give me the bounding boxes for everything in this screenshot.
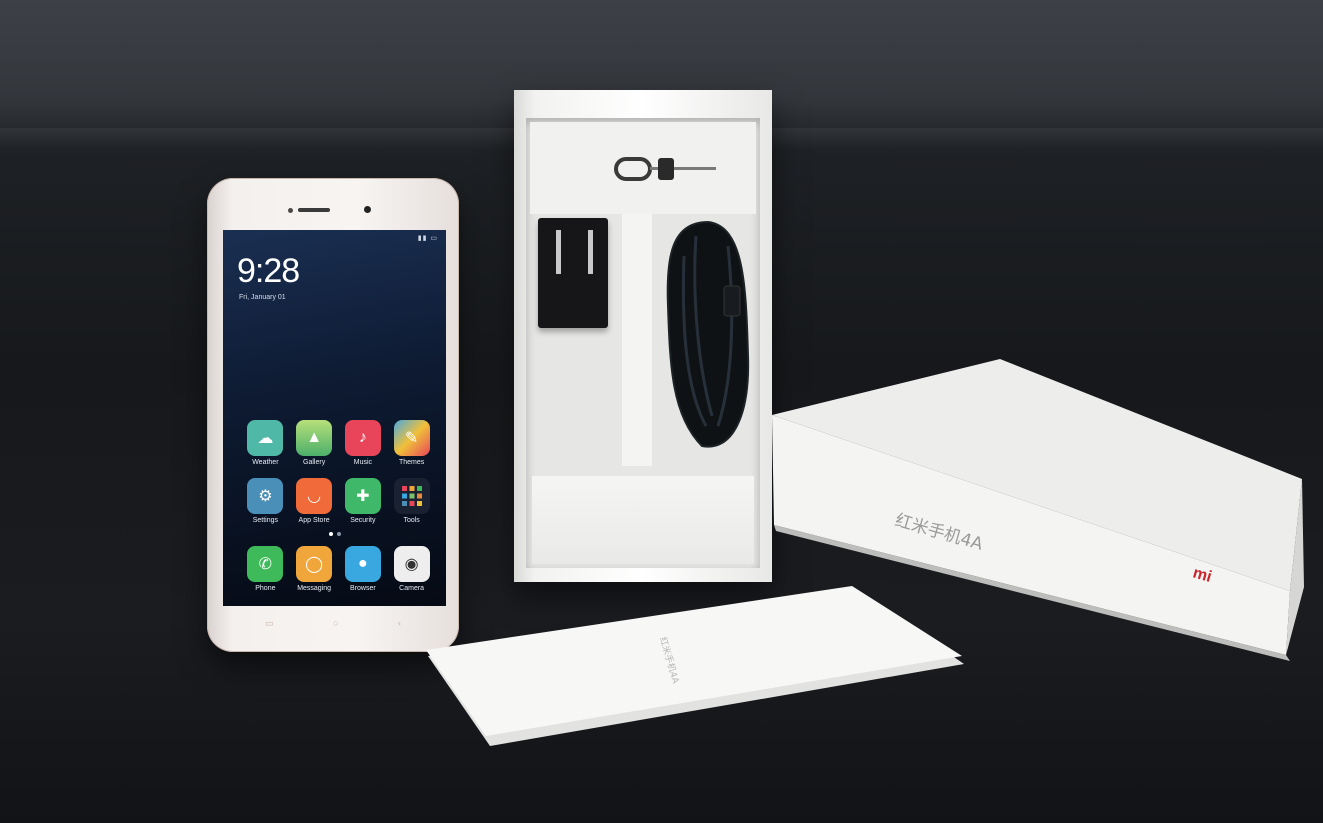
app-browser[interactable]: ● Browser	[339, 546, 388, 592]
app-tools[interactable]: Tools	[387, 478, 436, 524]
sim-tool-tray	[530, 122, 756, 214]
security-icon: ✚	[344, 478, 381, 514]
phone-screen: ▮▮ ▭ 9:28 Fri, January 01 ☁ Weather ▲ Ga…	[223, 230, 446, 606]
status-bar-icons: ▮▮ ▭	[417, 235, 438, 242]
app-label: Music	[353, 459, 373, 466]
weather-icon: ☁	[247, 420, 284, 456]
app-store-icon: ◡	[296, 478, 333, 514]
gallery-icon: ▲	[296, 420, 333, 456]
app-app-store[interactable]: ◡ App Store	[290, 478, 339, 524]
page-dot-active	[329, 532, 333, 536]
app-messaging[interactable]: ◯ Messaging	[290, 546, 339, 592]
app-label: App Store	[298, 517, 330, 524]
app-music[interactable]: ♪ Music	[339, 420, 388, 466]
wall-charger	[538, 218, 608, 328]
navigation-buttons: ▭ ○ ‹	[265, 618, 401, 628]
proximity-sensor	[288, 208, 293, 213]
app-label: Messaging	[297, 585, 332, 592]
messaging-icon: ◯	[296, 546, 333, 582]
app-label: Tools	[403, 517, 420, 524]
app-dock: ✆ Phone ◯ Messaging ● Browser ◉ Camera	[241, 546, 436, 592]
front-camera	[364, 206, 371, 213]
box-interior	[526, 118, 760, 568]
menu-button-icon: ▭	[265, 618, 274, 628]
back-button-icon: ‹	[397, 618, 401, 628]
camera-icon: ◉	[393, 546, 430, 582]
tools-icon	[393, 478, 430, 514]
tray-divider	[622, 214, 652, 466]
phone-icon: ✆	[247, 546, 284, 582]
app-security[interactable]: ✚ Security	[339, 478, 388, 524]
instruction-leaflet: 红米手机4A	[426, 586, 964, 746]
app-label: Camera	[399, 585, 425, 592]
home-button-icon: ○	[333, 618, 339, 628]
product-photo-scene: ▮▮ ▭ 9:28 Fri, January 01 ☁ Weather ▲ Ga…	[0, 0, 1323, 823]
app-gallery[interactable]: ▲ Gallery	[290, 420, 339, 466]
app-label: Phone	[255, 585, 276, 592]
earpiece-speaker	[298, 208, 330, 212]
settings-icon: ⚙	[247, 478, 284, 514]
bottom-tray	[532, 476, 754, 564]
app-themes[interactable]: ✎ Themes	[387, 420, 436, 466]
app-label: Gallery	[303, 459, 326, 466]
lockscreen-clock: 9:28	[237, 252, 300, 290]
sim-eject-tool	[614, 157, 716, 181]
app-phone[interactable]: ✆ Phone	[241, 546, 290, 592]
app-label: Security	[350, 517, 376, 524]
app-grid: ☁ Weather ▲ Gallery ♪ Music ✎ Themes ⚙ S…	[241, 420, 436, 524]
open-box	[514, 90, 772, 582]
app-settings[interactable]: ⚙ Settings	[241, 478, 290, 524]
page-indicator	[325, 532, 345, 536]
app-weather[interactable]: ☁ Weather	[241, 420, 290, 466]
music-icon: ♪	[344, 420, 381, 456]
usb-cable	[666, 220, 750, 448]
charger-prong	[588, 230, 593, 274]
page-dot	[337, 532, 341, 536]
themes-icon: ✎	[393, 420, 430, 456]
charger-prong	[556, 230, 561, 274]
lockscreen-date: Fri, January 01	[239, 294, 286, 301]
app-label: Themes	[398, 459, 425, 466]
browser-icon: ●	[344, 546, 381, 582]
app-label: Settings	[252, 517, 279, 524]
smartphone: ▮▮ ▭ 9:28 Fri, January 01 ☁ Weather ▲ Ga…	[207, 178, 459, 652]
app-label: Weather	[252, 459, 279, 466]
app-label: Browser	[350, 585, 376, 592]
